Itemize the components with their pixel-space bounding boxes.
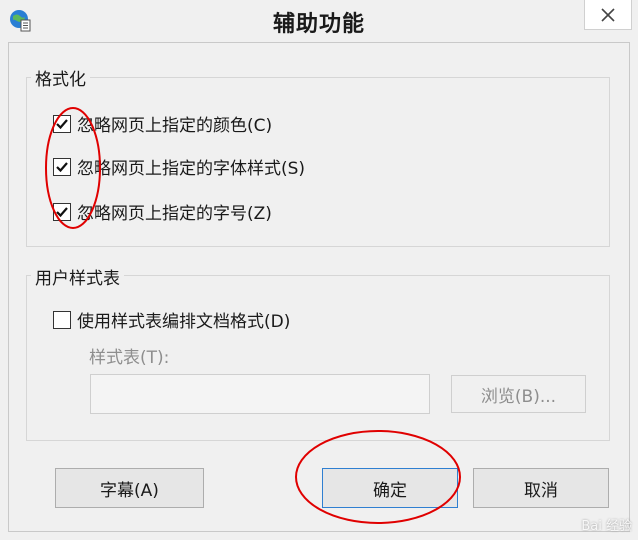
captions-button[interactable]: 字幕(A)	[55, 468, 204, 508]
stylesheet-path-input[interactable]	[90, 374, 430, 414]
ignore-font-sizes-label: 忽略网页上指定的字号(Z)	[77, 204, 272, 224]
ignore-colors-option[interactable]: 忽略网页上指定的颜色(C)	[53, 111, 272, 136]
checkmark-icon	[56, 206, 68, 217]
stylesheet-label: 样式表(T):	[89, 348, 170, 368]
browse-button[interactable]: 浏览(B)...	[451, 375, 586, 413]
dialog-body: 格式化 忽略网页上指定的颜色(C) 忽略网页上指定的字体样式(S) 忽略网页上指…	[8, 42, 630, 532]
cancel-button[interactable]: 取消	[473, 468, 609, 508]
use-stylesheet-option[interactable]: 使用样式表编排文档格式(D)	[53, 307, 290, 332]
ignore-font-styles-checkbox[interactable]	[53, 157, 71, 176]
ignore-font-sizes-checkbox[interactable]	[53, 202, 71, 221]
dialog-title: 辅助功能	[272, 12, 365, 37]
ignore-colors-label: 忽略网页上指定的颜色(C)	[77, 116, 273, 136]
checkmark-icon	[56, 161, 68, 172]
user-stylesheet-group-title: 用户样式表	[31, 264, 124, 289]
checkmark-icon	[56, 118, 68, 129]
watermark: Bai 经验	[581, 519, 632, 534]
title-bar: 辅助功能	[0, 0, 638, 42]
ignore-font-styles-label: 忽略网页上指定的字体样式(S)	[77, 159, 306, 179]
ignore-colors-checkbox[interactable]	[53, 114, 71, 133]
formatting-group-title: 格式化	[31, 65, 90, 90]
close-icon	[601, 7, 615, 22]
ok-button[interactable]: 确定	[322, 468, 458, 508]
ignore-font-styles-option[interactable]: 忽略网页上指定的字体样式(S)	[53, 154, 305, 179]
close-button[interactable]	[584, 0, 632, 30]
ignore-font-sizes-option[interactable]: 忽略网页上指定的字号(Z)	[53, 199, 272, 224]
use-stylesheet-checkbox[interactable]	[53, 310, 71, 329]
use-stylesheet-label: 使用样式表编排文档格式(D)	[77, 312, 291, 332]
